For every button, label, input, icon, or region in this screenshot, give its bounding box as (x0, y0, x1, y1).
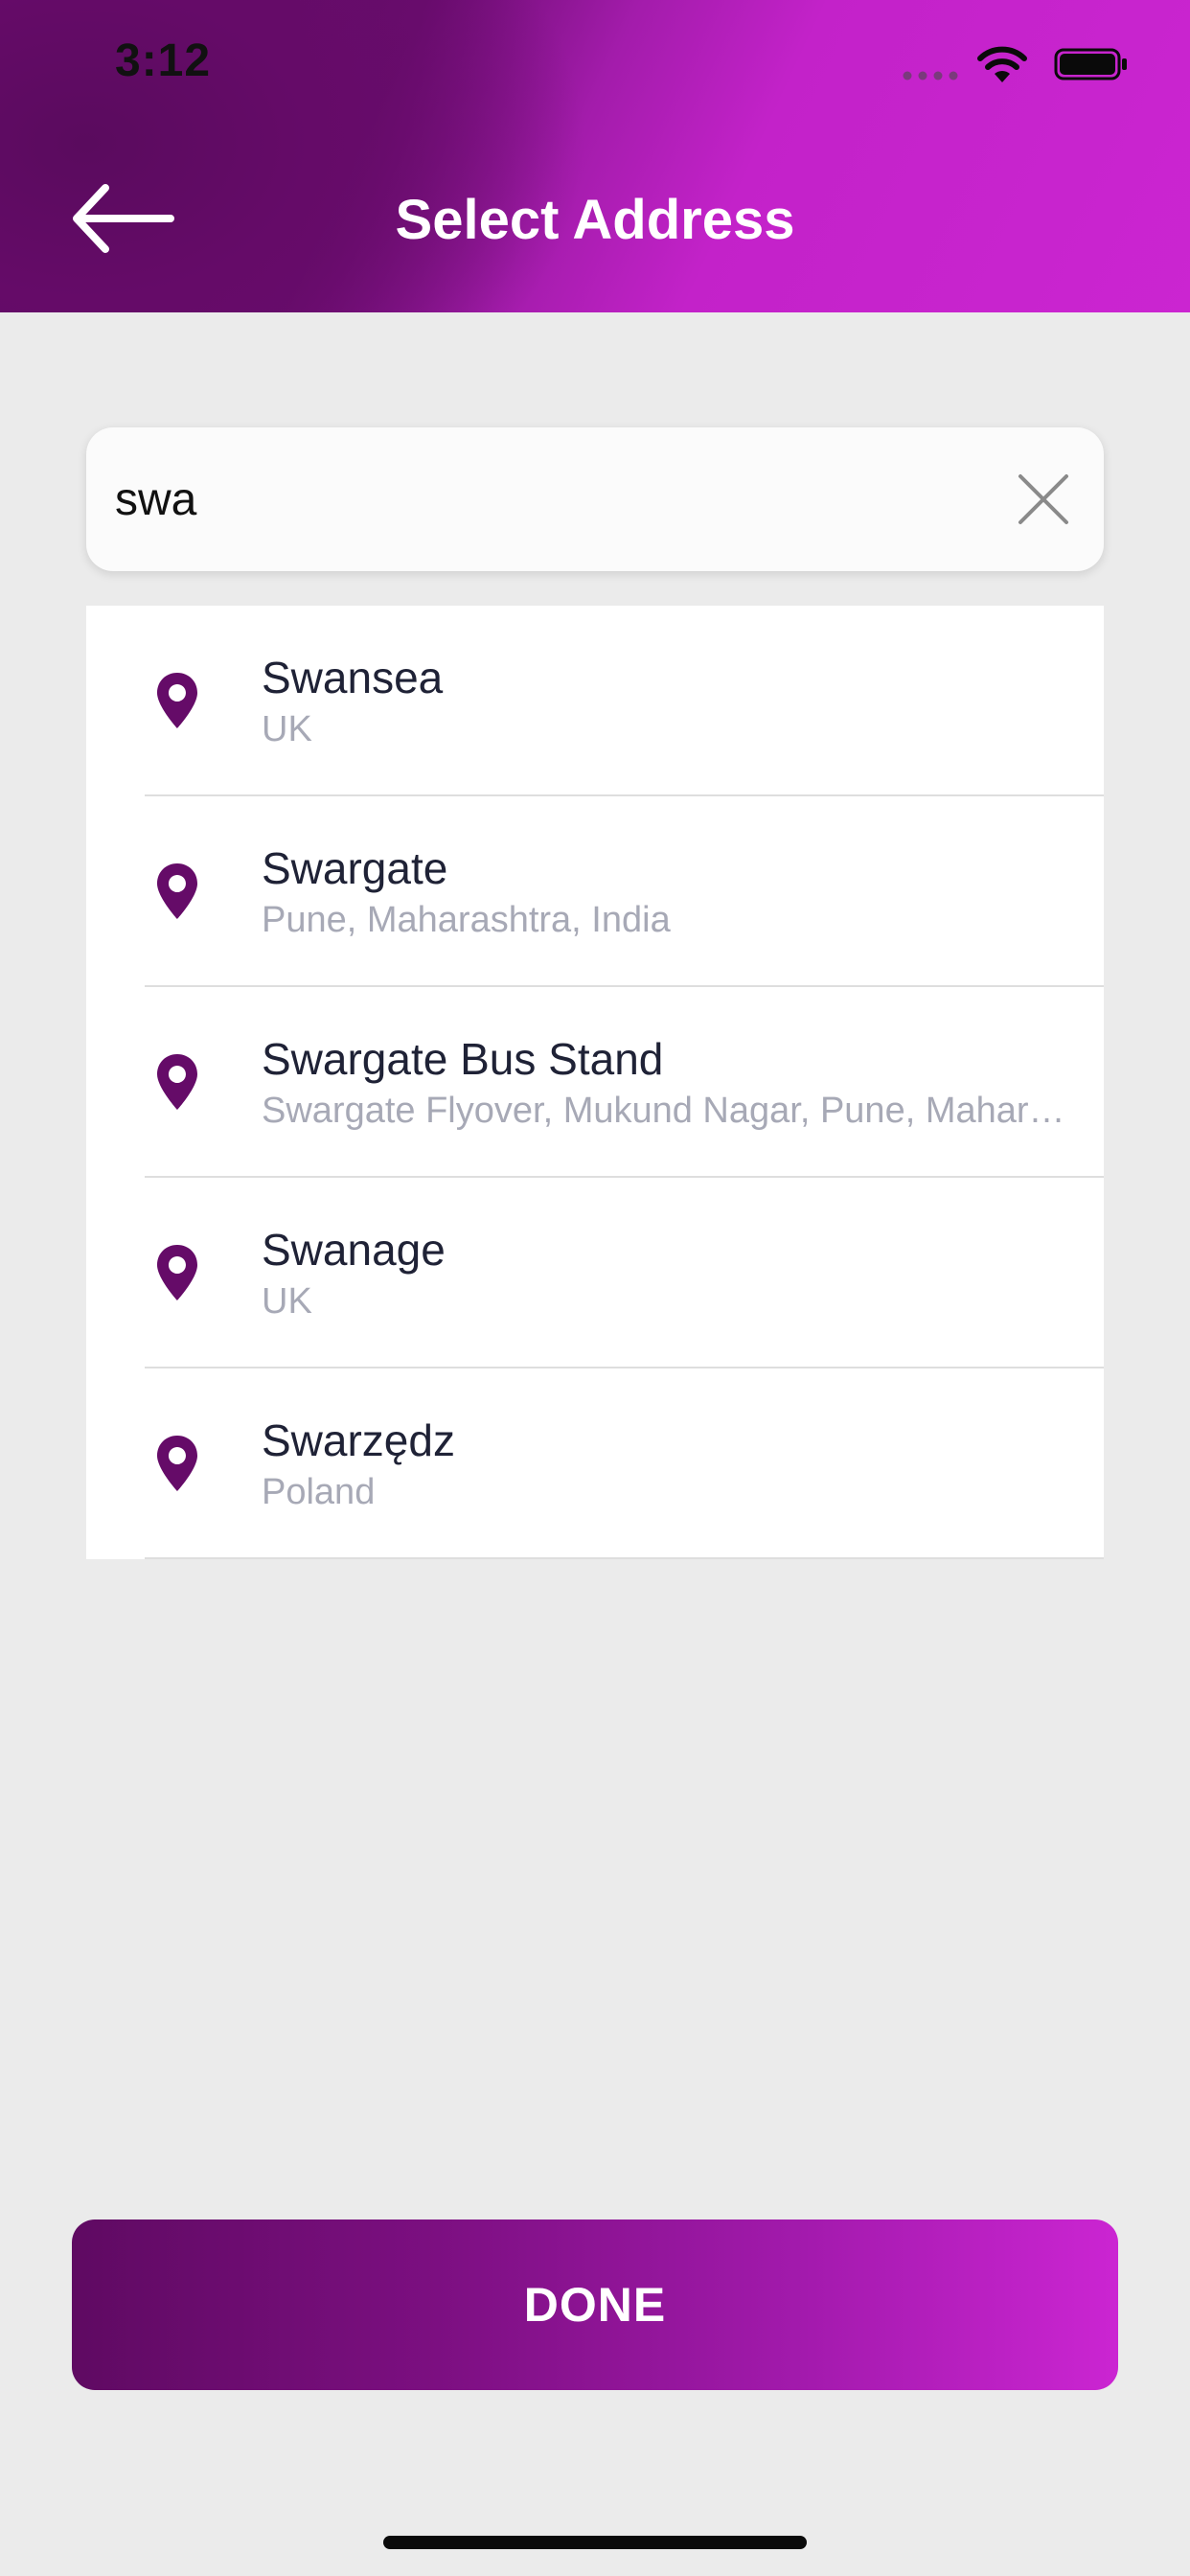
result-detail: Poland (262, 1472, 376, 1512)
result-detail: UK (262, 1281, 312, 1322)
wifi-icon (977, 46, 1027, 82)
page-title: Select Address (395, 189, 795, 251)
cellular-signal-icon (903, 71, 958, 80)
result-item-swargate-bus-stand[interactable]: Swargate Bus Stand Swargate Flyover, Muk… (86, 987, 1104, 1178)
result-name: Swarzędz (262, 1415, 455, 1465)
search-input[interactable] (115, 427, 977, 571)
close-icon (1018, 474, 1068, 524)
location-pin-icon (157, 1054, 197, 1110)
select-address-screen: 3:12 Select Address swa Swansea UK Swarg… (0, 0, 1190, 2576)
address-results-list: Swansea UK Swargate Pune, Maharashtra, I… (86, 606, 1104, 1559)
result-name: Swansea (262, 653, 444, 702)
location-pin-icon (157, 1436, 197, 1491)
result-detail: UK (262, 709, 312, 749)
result-item-swanage[interactable]: Swanage UK (86, 1178, 1104, 1368)
result-item-swargate[interactable]: Swargate Pune, Maharashtra, India (86, 796, 1104, 987)
status-indicators (903, 42, 1133, 88)
home-indicator (383, 2536, 807, 2549)
status-time: 3:12 (115, 35, 212, 86)
battery-icon (1054, 48, 1127, 80)
result-name: Swanage (262, 1225, 446, 1275)
app-header: 3:12 Select Address (0, 0, 1190, 312)
search-box (86, 427, 1104, 571)
done-button[interactable]: DONE (72, 2220, 1118, 2390)
clear-search-button[interactable] (1006, 462, 1081, 537)
result-name: Swargate (262, 843, 448, 893)
result-detail: Pune, Maharashtra, India (262, 900, 671, 940)
result-item-swansea[interactable]: Swansea UK (86, 606, 1104, 796)
location-pin-icon (157, 863, 197, 919)
location-pin-icon (157, 673, 197, 728)
result-item-swarzedz[interactable]: Swarzędz Poland (86, 1368, 1104, 1559)
location-pin-icon (157, 1245, 197, 1300)
result-detail: Swargate Flyover, Mukund Nagar, Pune, Ma… (262, 1091, 1066, 1131)
result-name: Swargate Bus Stand (262, 1034, 664, 1084)
